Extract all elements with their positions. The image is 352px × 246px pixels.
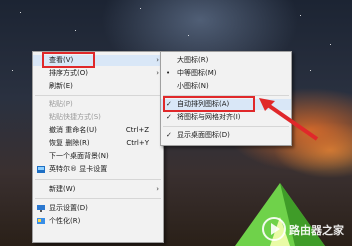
submenu-item-medium-icons[interactable]: • 中等图标(M) <box>161 68 291 79</box>
menu-separator <box>35 95 161 96</box>
menu-separator <box>35 198 161 199</box>
menu-item-undo[interactable]: 撤消 重命名(U) Ctrl+Z <box>33 125 163 136</box>
submenu-item-small-icons[interactable]: 小图标(N) <box>161 81 291 92</box>
intel-graphics-icon <box>37 166 45 173</box>
menu-item-paste[interactable]: 粘贴(P) <box>33 99 163 110</box>
radio-dot-icon: • <box>166 69 171 77</box>
play-logo-icon <box>262 217 286 241</box>
menu-item-sort[interactable]: 排序方式(O) › <box>33 68 163 79</box>
desktop-context-menu: 查看(V) › 排序方式(O) › 刷新(E) 粘贴(P) 粘贴快捷方式(S) … <box>32 51 164 243</box>
checkmark-icon: ✓ <box>166 131 172 139</box>
menu-item-display-settings[interactable]: 显示设置(D) <box>33 203 163 214</box>
submenu-item-large-icons[interactable]: 大图标(R) <box>161 55 291 66</box>
menu-item-paste-shortcut-label: 粘贴快捷方式(S) <box>49 113 101 121</box>
menu-item-paste-label: 粘贴(P) <box>49 100 73 108</box>
submenu-item-small-icons-label: 小图标(N) <box>177 82 209 90</box>
menu-item-refresh-label: 刷新(E) <box>49 82 73 90</box>
menu-item-personalize-label: 个性化(R) <box>49 217 81 225</box>
annotation-arrow-icon <box>259 98 319 141</box>
menu-item-redo[interactable]: 恢复 删除(R) Ctrl+Y <box>33 138 163 149</box>
menu-item-personalize[interactable]: 个性化(R) <box>33 216 163 227</box>
submenu-item-show-desktop-icons-label: 显示桌面图标(D) <box>177 131 230 139</box>
highlight-box-auto-arrange <box>163 96 255 112</box>
submenu-item-medium-icons-label: 中等图标(M) <box>177 69 217 77</box>
menu-item-next-background-label: 下一个桌面背景(N) <box>49 152 109 160</box>
chevron-right-icon: › <box>156 56 159 64</box>
menu-item-next-background[interactable]: 下一个桌面背景(N) <box>33 151 163 162</box>
personalize-icon <box>37 218 45 224</box>
display-settings-icon <box>37 205 45 212</box>
checkmark-icon: ✓ <box>166 113 172 121</box>
submenu-item-large-icons-label: 大图标(R) <box>177 56 209 64</box>
menu-item-refresh[interactable]: 刷新(E) <box>33 81 163 92</box>
chevron-right-icon: › <box>156 185 159 193</box>
menu-item-new[interactable]: 新建(W) › <box>33 184 163 195</box>
menu-item-redo-shortcut: Ctrl+Y <box>126 139 149 147</box>
chevron-right-icon: › <box>156 69 159 77</box>
menu-item-undo-shortcut: Ctrl+Z <box>125 126 149 134</box>
menu-separator <box>35 179 161 180</box>
menu-item-undo-label: 撤消 重命名(U) <box>49 126 97 134</box>
menu-item-paste-shortcut[interactable]: 粘贴快捷方式(S) <box>33 112 163 123</box>
menu-item-new-label: 新建(W) <box>49 185 76 193</box>
watermark-text: 路由器之家 <box>289 224 344 237</box>
menu-item-intel-graphics-label: 英特尔® 显卡设置 <box>49 165 108 173</box>
menu-item-sort-label: 排序方式(O) <box>49 69 88 77</box>
highlight-box-view <box>42 52 95 68</box>
menu-item-display-settings-label: 显示设置(D) <box>49 204 88 212</box>
menu-item-intel-graphics[interactable]: 英特尔® 显卡设置 <box>33 164 163 175</box>
watermark: 路由器之家 <box>262 214 352 244</box>
submenu-item-align-grid-label: 将图标与网格对齐(I) <box>177 113 241 121</box>
menu-item-redo-label: 恢复 删除(R) <box>49 139 90 147</box>
